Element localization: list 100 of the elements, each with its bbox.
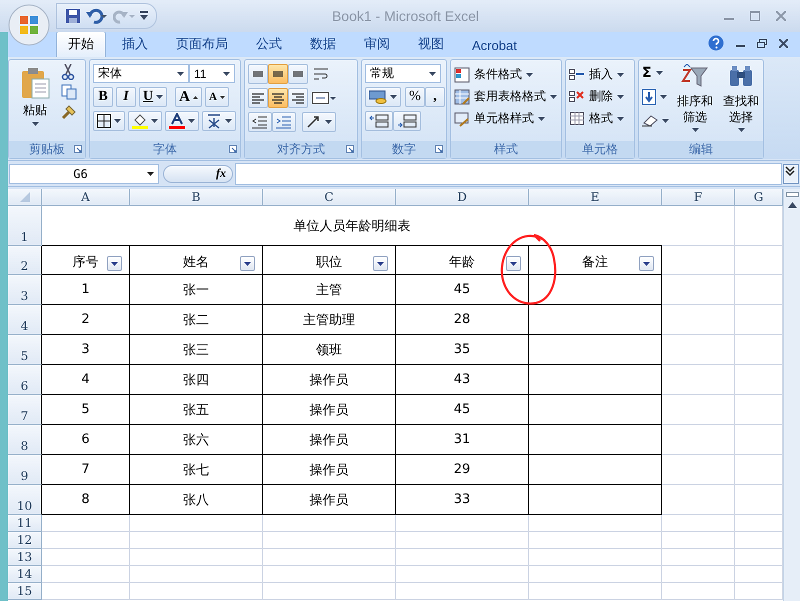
copy-icon[interactable]: [61, 84, 77, 100]
insert-function-button[interactable]: fx: [163, 164, 233, 182]
delete-button[interactable]: 删除: [569, 86, 624, 107]
customize-toolbar-icon[interactable]: [140, 11, 148, 21]
split-handle-icon: [786, 192, 798, 197]
formula-input-field[interactable]: [235, 162, 782, 184]
percent-button[interactable]: %: [405, 87, 425, 107]
increase-indent-button[interactable]: [272, 112, 296, 132]
grow-font-button[interactable]: A: [175, 87, 202, 107]
dialog-launcher-icon[interactable]: [229, 145, 237, 153]
orientation-button[interactable]: [302, 112, 336, 132]
comma-button[interactable]: ,: [425, 87, 445, 107]
filter-dropdown-button[interactable]: [373, 256, 388, 271]
increase-decimal-button[interactable]: [365, 111, 393, 131]
scissors-icon[interactable]: [61, 64, 75, 80]
row-header[interactable]: 6: [8, 365, 42, 395]
column-header[interactable]: C: [263, 189, 396, 206]
find-select-button[interactable]: 查找和选择: [721, 64, 761, 132]
font-size-field[interactable]: 11: [189, 64, 235, 83]
column-header[interactable]: B: [130, 189, 263, 206]
restore-icon[interactable]: [757, 38, 767, 48]
row-header[interactable]: 10: [8, 485, 42, 515]
filter-dropdown-button[interactable]: [506, 256, 521, 271]
dialog-launcher-icon[interactable]: [435, 145, 443, 153]
bold-button[interactable]: B: [93, 87, 113, 107]
font-color-button[interactable]: [165, 111, 199, 131]
column-header[interactable]: D: [396, 189, 529, 206]
vertical-scrollbar[interactable]: [783, 189, 800, 601]
row-header[interactable]: 2: [8, 246, 42, 275]
row-header[interactable]: 7: [8, 395, 42, 425]
paintbrush-icon[interactable]: [61, 104, 77, 120]
caret-icon: [177, 72, 184, 76]
wrap-text-icon[interactable]: [312, 66, 330, 82]
close-icon[interactable]: [779, 38, 788, 48]
ribbon-tab[interactable]: Acrobat: [460, 34, 529, 57]
shrink-font-button[interactable]: A: [204, 87, 229, 107]
ribbon-tab[interactable]: 页面布局: [164, 31, 240, 57]
column-header[interactable]: G: [735, 189, 783, 206]
ribbon-tab[interactable]: 视图: [406, 31, 456, 57]
row-header[interactable]: 11: [8, 515, 42, 532]
align-top-button[interactable]: [248, 64, 268, 84]
row-header[interactable]: 13: [8, 549, 42, 566]
dialog-launcher-icon[interactable]: [346, 145, 354, 153]
table-cell: 45: [396, 275, 529, 305]
insert-button[interactable]: 插入: [569, 64, 624, 85]
table-format-button[interactable]: 套用表格格式: [454, 86, 557, 107]
caret-icon: [114, 119, 121, 123]
ribbon-tab[interactable]: 插入: [110, 31, 160, 57]
phonetic-guide-button[interactable]: [202, 111, 236, 131]
fill-color-button[interactable]: [128, 111, 162, 131]
name-box[interactable]: G6: [9, 164, 159, 184]
group-label: 单元格: [582, 141, 618, 158]
expand-formula-bar-button[interactable]: [783, 164, 799, 184]
currency-button[interactable]: [365, 87, 401, 107]
row-header[interactable]: 12: [8, 532, 42, 549]
table-cell: 2: [42, 305, 130, 335]
align-middle-button[interactable]: [268, 64, 288, 84]
align-right-button[interactable]: [288, 88, 308, 108]
filter-dropdown-button[interactable]: [240, 256, 255, 271]
undo-icon[interactable]: [86, 8, 108, 24]
cell-styles-button[interactable]: 单元格样式: [454, 108, 557, 129]
merge-center-icon[interactable]: [312, 90, 336, 106]
column-header[interactable]: A: [42, 189, 130, 206]
decrease-indent-button[interactable]: [248, 112, 272, 132]
conditional-format-button[interactable]: 条件格式: [454, 64, 557, 85]
row-header[interactable]: 14: [8, 566, 42, 583]
paste-button[interactable]: 粘贴: [20, 67, 50, 126]
fill-button[interactable]: [642, 88, 669, 106]
align-center-button[interactable]: [268, 88, 288, 108]
filter-dropdown-button[interactable]: [639, 256, 654, 271]
row-header[interactable]: 9: [8, 455, 42, 485]
ribbon-tab[interactable]: 开始: [56, 31, 106, 57]
row-header[interactable]: 1: [8, 206, 42, 246]
caret-icon: [617, 72, 624, 76]
table-cell: 张六: [130, 425, 263, 455]
number-format-field[interactable]: 常规: [365, 64, 441, 83]
help-icon[interactable]: [708, 35, 724, 51]
decrease-decimal-button[interactable]: [393, 111, 421, 131]
ribbon-tab[interactable]: 公式: [244, 31, 294, 57]
column-header[interactable]: E: [529, 189, 662, 206]
dialog-launcher-icon[interactable]: [74, 145, 82, 153]
align-left-button[interactable]: [248, 88, 268, 108]
column-header[interactable]: F: [662, 189, 735, 206]
format-button[interactable]: 格式: [569, 108, 624, 129]
borders-button[interactable]: [93, 111, 125, 131]
row-header[interactable]: 5: [8, 335, 42, 365]
align-bottom-button[interactable]: [288, 64, 308, 84]
underline-button[interactable]: U: [139, 87, 168, 107]
filter-dropdown-button[interactable]: [107, 256, 122, 271]
sort-filter-button[interactable]: 排序和筛选: [675, 64, 715, 132]
ribbon-tab[interactable]: 审阅: [352, 31, 402, 57]
row-header[interactable]: 15: [8, 583, 42, 600]
font-name-field[interactable]: 宋体: [93, 64, 189, 83]
ribbon-tab[interactable]: 数据: [298, 31, 348, 57]
row-header[interactable]: 8: [8, 425, 42, 455]
italic-button[interactable]: I: [116, 87, 136, 107]
row-header[interactable]: 4: [8, 305, 42, 335]
autosum-button[interactable]: Σ: [642, 64, 669, 82]
row-header[interactable]: 3: [8, 275, 42, 305]
save-icon[interactable]: [65, 8, 81, 24]
